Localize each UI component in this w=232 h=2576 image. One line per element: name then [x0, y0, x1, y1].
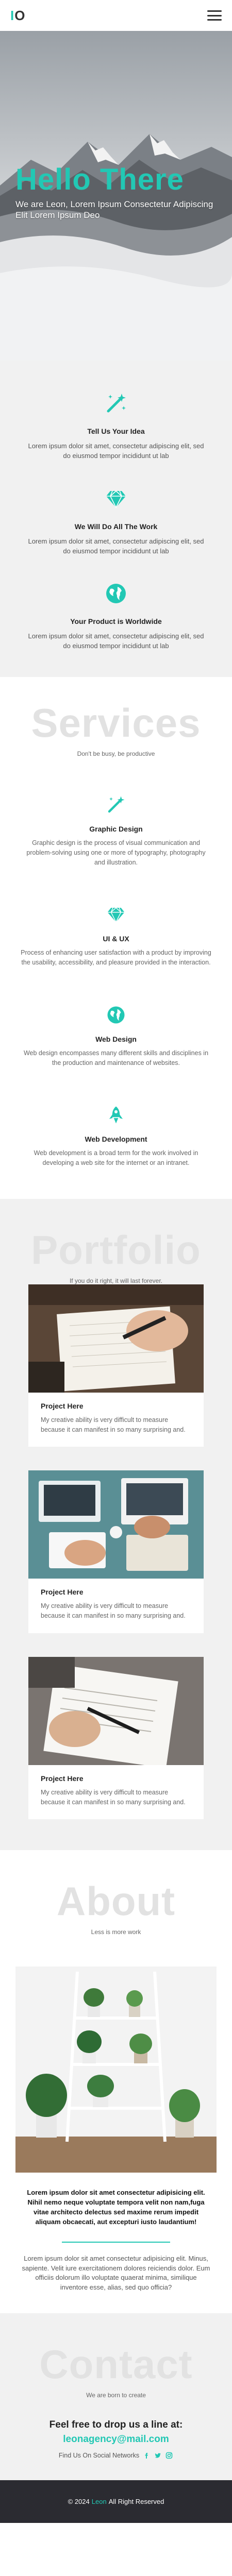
hero-title: Hello There	[15, 163, 184, 196]
service-item: Web Design Web design encompasses many d…	[0, 1005, 232, 1068]
about-subtitle: Less is more work	[91, 1928, 141, 1936]
hero-text: Hello There We are Leon, Lorem Ipsum Con…	[15, 165, 222, 221]
feature-title: Your Product is Worldwide	[70, 617, 162, 626]
hero-section: Hello There We are Leon, Lorem Ipsum Con…	[0, 31, 232, 361]
portfolio-image-writing	[28, 1284, 204, 1393]
service-item: UI & UX Process of enhancing user satisf…	[0, 904, 232, 968]
card-title: Project Here	[41, 1401, 84, 1410]
portfolio-card[interactable]: Project Here My creative ability is very…	[28, 1656, 204, 1820]
logo-first-letter: I	[10, 7, 15, 23]
hamburger-menu-icon[interactable]	[207, 10, 222, 21]
globe-icon	[106, 584, 126, 604]
card-body: Project Here My creative ability is very…	[28, 1579, 204, 1633]
facebook-icon[interactable]	[142, 2451, 151, 2460]
portfolio-card[interactable]: Project Here My creative ability is very…	[28, 1284, 204, 1447]
rocket-icon	[109, 1106, 123, 1124]
service-text: Web design encompasses many different sk…	[23, 1049, 209, 1066]
contact-title: Contact	[39, 2342, 193, 2387]
diamond-icon	[107, 907, 125, 923]
feature-text: Lorem ipsum dolor sit amet, consectetur …	[28, 537, 204, 555]
feature-text: Lorem ipsum dolor sit amet, consectetur …	[28, 442, 204, 460]
about-title: About	[56, 1878, 176, 1924]
logo[interactable]: IO	[10, 8, 25, 24]
footer: © 2024 Leon All Right Reserved	[0, 2480, 232, 2523]
service-title: UI & UX	[103, 935, 129, 943]
contact-section: Contact We are born to create Feel free …	[0, 2313, 232, 2481]
service-item: Web Development Web development is a bro…	[0, 1105, 232, 1168]
portfolio-image-documents	[28, 1656, 204, 1765]
service-text: Web development is a broad term for the …	[34, 1149, 198, 1167]
footer-year: © 2024	[68, 2498, 90, 2506]
about-header: About Less is more work	[0, 1850, 232, 1936]
portfolio-section: Portfolio If you do it right, it will la…	[0, 1198, 232, 1851]
portfolio-card[interactable]: Project Here My creative ability is very…	[28, 1470, 204, 1633]
logo-second-letter: O	[14, 7, 26, 23]
about-text: Lorem ipsum dolor sit amet consectetur a…	[22, 2254, 210, 2292]
service-title: Web Development	[85, 1135, 147, 1144]
services-title: Services	[31, 700, 201, 746]
social-links: Find Us On Social Networks	[0, 2451, 232, 2460]
portfolio-header: Portfolio If you do it right, it will la…	[0, 1199, 232, 1284]
about-section: About Less is more work Lorem ipsum dolo…	[0, 1850, 232, 2314]
service-title: Web Design	[95, 1035, 137, 1043]
navbar: IO	[0, 0, 232, 31]
hero-subtitle: We are Leon, Lorem Ipsum Consectetur Adi…	[15, 199, 213, 221]
about-divider	[62, 2241, 170, 2243]
magic-wand-icon	[108, 796, 125, 813]
services-header: Services Don't be busy, be productive	[0, 677, 232, 757]
card-text: My creative ability is very difficult to…	[41, 1416, 186, 1433]
service-item: Graphic Design Graphic design is the pro…	[0, 794, 232, 867]
instagram-icon[interactable]	[165, 2451, 173, 2460]
service-text: Process of enhancing user satisfaction w…	[21, 949, 211, 967]
card-title: Project Here	[41, 1588, 84, 1597]
diamond-icon	[106, 490, 126, 509]
features-section: Tell Us Your Idea Lorem ipsum dolor sit …	[0, 361, 232, 677]
card-text: My creative ability is very difficult to…	[41, 1602, 186, 1620]
service-text: Graphic design is the process of visual …	[26, 839, 206, 866]
contact-subtitle: We are born to create	[86, 2392, 146, 2399]
contact-drop-line: Feel free to drop us a line at:	[49, 2419, 183, 2431]
feature-item: Tell Us Your Idea Lorem ipsum dolor sit …	[15, 392, 217, 461]
card-body: Project Here My creative ability is very…	[28, 1393, 204, 1447]
social-label: Find Us On Social Networks	[58, 2452, 140, 2460]
feature-item: We Will Do All The Work Lorem ipsum dolo…	[15, 487, 217, 556]
about-bold-text: Lorem ipsum dolor sit amet consectetur a…	[27, 2189, 205, 2226]
feature-title: Tell Us Your Idea	[87, 427, 145, 435]
contact-email-link[interactable]: leonagency@mail.com	[0, 2434, 232, 2445]
twitter-icon[interactable]	[154, 2451, 162, 2460]
portfolio-subtitle: If you do it right, it will last forever…	[69, 1277, 163, 1284]
services-subtitle: Don't be busy, be productive	[77, 750, 155, 758]
feature-text: Lorem ipsum dolor sit amet, consectetur …	[28, 632, 204, 650]
service-title: Graphic Design	[89, 825, 143, 834]
card-title: Project Here	[41, 1774, 84, 1783]
feature-item: Your Product is Worldwide Lorem ipsum do…	[15, 582, 217, 651]
globe-icon	[107, 1006, 125, 1024]
card-text: My creative ability is very difficult to…	[41, 1788, 186, 1806]
footer-brand[interactable]: Leon	[92, 2498, 107, 2505]
feature-title: We Will Do All The Work	[74, 522, 158, 531]
portfolio-image-workspace	[28, 1470, 204, 1579]
portfolio-title: Portfolio	[31, 1227, 201, 1273]
services-section: Services Don't be busy, be productive Gr…	[0, 677, 232, 1199]
magic-wand-icon	[107, 394, 126, 413]
contact-header: Contact We are born to create	[0, 2313, 232, 2399]
card-body: Project Here My creative ability is very…	[28, 1765, 204, 1820]
footer-rights: All Right Reserved	[108, 2498, 164, 2506]
about-plants-image	[15, 1967, 217, 2173]
